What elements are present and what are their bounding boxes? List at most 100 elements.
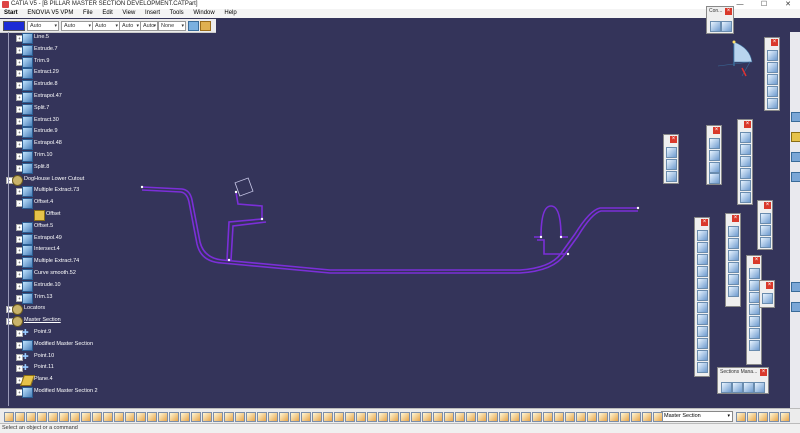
toolbar-tool-icon[interactable] [631,412,641,422]
close-icon[interactable]: × [701,219,708,226]
toolbar-tool-icon[interactable] [235,412,245,422]
section-select[interactable]: Master Section [661,411,733,422]
toolbar-tool-icon[interactable] [587,412,597,422]
analysis-icon[interactable] [760,213,771,224]
compass-icon[interactable] [712,36,758,80]
tool-icon[interactable] [709,150,720,161]
toolbar-tool-icon[interactable] [334,412,344,422]
close-icon[interactable]: × [744,121,751,128]
repeat-icon[interactable] [749,268,760,279]
toolbar-tool-icon[interactable] [180,412,190,422]
translate-icon[interactable] [697,314,708,325]
toolbar-tool-icon[interactable] [466,412,476,422]
fillet-icon[interactable] [697,302,708,313]
tree-node[interactable]: + Modified Master Section 2 [0,386,158,398]
toolbar-tool-icon[interactable] [400,412,410,422]
toolbar-tool-icon[interactable] [191,412,201,422]
tree-node[interactable]: + Extract.30 [0,115,158,127]
tree-node[interactable]: - DogHouse Lower Cutout [0,174,158,186]
toolbar-tool-icon[interactable] [224,412,234,422]
toolbar-tool-icon[interactable] [499,412,509,422]
menu-view[interactable]: View [118,9,139,18]
toolbar-tool-icon[interactable] [125,412,135,422]
tree-node[interactable]: + Offset.5 [0,221,158,233]
color-swatch[interactable] [3,21,25,31]
repeat-icon[interactable] [749,328,760,339]
trim-icon[interactable] [697,266,708,277]
tree-node[interactable]: + ✚ Point.10 [0,351,158,362]
extrapolate-icon[interactable] [697,362,708,373]
toolbar-tool-icon[interactable] [290,412,300,422]
tool-icon[interactable] [791,172,800,182]
tool-icon[interactable] [791,152,800,162]
layer-select-2[interactable]: Auto [140,21,158,31]
tree-node[interactable]: + Extrapol.49 [0,233,158,245]
toolbar-tool-icon[interactable] [257,412,267,422]
toolbar-tool-icon[interactable] [510,412,520,422]
toolbar-tool-icon[interactable] [26,412,36,422]
tree-node[interactable]: + Extract.29 [0,67,158,80]
toolbar-tool-icon[interactable] [103,412,113,422]
toolbar-tool-icon[interactable] [758,412,768,422]
section-icon[interactable] [732,382,743,393]
surface-icon[interactable] [740,192,751,203]
tree-node[interactable]: + Trim.13 [0,292,158,304]
menu-tools[interactable]: Tools [166,9,188,18]
brush-icon[interactable] [200,21,211,31]
rotate-icon[interactable] [697,326,708,337]
close-icon[interactable]: × [670,136,677,143]
toolbar-tool-icon[interactable] [411,412,421,422]
surface-icon[interactable] [740,132,751,143]
con-panel-close-icon[interactable]: × [725,8,732,15]
tree-node[interactable]: Offset [0,209,158,221]
toolbar-tool-icon[interactable] [15,412,25,422]
toolbar-tool-icon[interactable] [444,412,454,422]
toolbar-tool-icon[interactable] [609,412,619,422]
line-icon[interactable] [767,62,778,73]
toolbar-tool-icon[interactable] [488,412,498,422]
tree-node[interactable]: + Extrapol.47 [0,91,158,103]
toolbar-tool-icon[interactable] [268,412,278,422]
menu-insert[interactable]: Insert [141,9,164,18]
toolbar-tool-icon[interactable] [769,412,779,422]
heal-icon[interactable] [697,242,708,253]
toolbar-tool-icon[interactable] [367,412,377,422]
layer-none-select[interactable]: None [158,21,186,31]
tree-node[interactable]: + ✚ Point.9 [0,327,158,338]
tree-node[interactable]: + Plane.4 [0,374,158,387]
close-icon[interactable]: × [732,215,739,222]
toolbar-tool-icon[interactable] [345,412,355,422]
maximize-button[interactable]: ☐ [752,0,776,9]
toolbar-tool-icon[interactable] [92,412,102,422]
split-icon[interactable] [697,254,708,265]
tree-node[interactable]: - Offset.4 [0,197,158,210]
toolbar-tool-icon[interactable] [747,412,757,422]
toolbar-tool-icon[interactable] [736,412,746,422]
boundary-icon[interactable] [697,278,708,289]
curve-icon[interactable] [728,262,739,273]
weight-select[interactable]: Auto [92,21,120,31]
repeat-icon[interactable] [749,316,760,327]
sections-panel-close-icon[interactable]: × [760,369,767,376]
tree-node[interactable]: + Extrude.10 [0,280,158,292]
constraint-contact-icon[interactable] [721,21,732,32]
tree-node[interactable]: + Curve smooth.52 [0,268,158,280]
section-icon[interactable] [721,382,732,393]
toolbar-tool-icon[interactable] [378,412,388,422]
tree-node[interactable]: + Extrude.8 [0,79,158,92]
plane-icon[interactable] [767,74,778,85]
curve-icon[interactable] [728,250,739,261]
tree-node[interactable]: - Master Section [0,315,158,328]
projection-icon[interactable] [767,86,778,97]
tool-icon[interactable] [709,173,720,184]
line-type-select[interactable]: Auto [27,21,59,31]
surface-icon[interactable] [740,144,751,155]
tool-icon[interactable] [666,159,677,170]
curve-icon[interactable] [728,226,739,237]
tool-icon[interactable] [791,132,800,142]
tool-icon[interactable] [709,162,720,173]
menu-enovia[interactable]: ENOVIA V5 VPM [23,9,77,18]
toolbar-tool-icon[interactable] [620,412,630,422]
toolbar-tool-icon[interactable] [279,412,289,422]
menu-window[interactable]: Window [189,9,218,18]
